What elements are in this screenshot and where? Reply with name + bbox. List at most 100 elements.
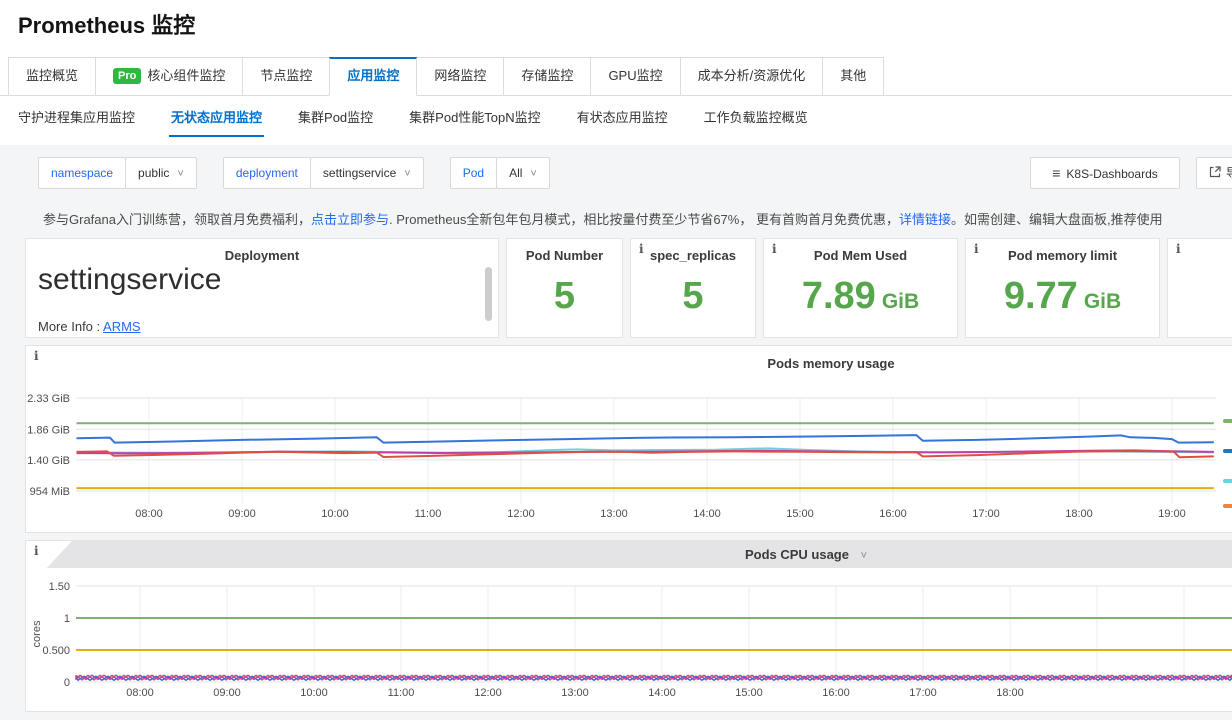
info-icon[interactable]: i <box>639 242 644 256</box>
filter-group-pod: PodAll˅ <box>450 157 550 189</box>
secondary-tab-3[interactable]: 集群Pod监控 <box>298 98 373 138</box>
legend-item-4[interactable] <box>1223 504 1232 508</box>
stat-panel-clipped: i <box>1167 238 1232 338</box>
primary-tab-1[interactable]: 监控概览 <box>8 57 96 96</box>
svg-text:14:00: 14:00 <box>648 687 676 699</box>
primary-tab-label: 核心组件监控 <box>147 68 225 83</box>
secondary-tab-1[interactable]: 守护进程集应用监控 <box>18 98 135 138</box>
panel-scrollbar[interactable] <box>485 267 492 321</box>
primary-tab-8[interactable]: 成本分析/资源优化 <box>680 57 824 96</box>
svg-text:10:00: 10:00 <box>300 687 328 699</box>
stat-panel-spec-replicas: ispec_replicas5 <box>630 238 756 338</box>
import-button[interactable]: 导入G <box>1196 157 1232 189</box>
stat-value: 9.77GiB <box>966 275 1159 318</box>
banner-link[interactable]: 详情链接 <box>899 212 951 227</box>
svg-text:09:00: 09:00 <box>213 687 241 699</box>
legend-item-2[interactable] <box>1223 449 1232 453</box>
filter-value: settingservice <box>323 166 396 180</box>
cpu-chart-title[interactable]: Pods CPU usage ˅ <box>706 547 906 562</box>
info-icon[interactable]: i <box>34 349 39 363</box>
svg-text:10:00: 10:00 <box>321 508 349 520</box>
primary-tab-9[interactable]: 其他 <box>822 57 884 96</box>
primary-tab-3[interactable]: 节点监控 <box>242 57 330 96</box>
page-title: Prometheus 监控 <box>18 8 195 40</box>
primary-tab-label: 监控概览 <box>26 68 78 83</box>
primary-tab-7[interactable]: GPU监控 <box>590 57 680 96</box>
filter-select-pod[interactable]: All˅ <box>496 157 550 189</box>
svg-text:cores: cores <box>31 620 43 647</box>
secondary-tabs: 守护进程集应用监控无状态应用监控集群Pod监控集群Pod性能TopN监控有状态应… <box>18 96 808 140</box>
filter-label-namespace: namespace <box>38 157 126 189</box>
filter-label-deployment: deployment <box>223 157 311 189</box>
cpu-chart[interactable]: 08:0009:0010:0011:0012:0013:0014:0015:00… <box>26 568 1232 712</box>
chevron-down-icon: ˅ <box>404 168 410 180</box>
banner-text: 。如需创建、编辑大盘面板,推荐使用 <box>951 212 1163 227</box>
filter-value: All <box>509 166 522 180</box>
cpu-chart-header <box>26 541 1232 568</box>
secondary-tab-2[interactable]: 无状态应用监控 <box>171 98 262 138</box>
stat-panel-title: Pod Mem Used <box>764 248 957 263</box>
filter-select-namespace[interactable]: public˅ <box>125 157 197 189</box>
svg-text:2.33 GiB: 2.33 GiB <box>27 393 70 405</box>
svg-text:15:00: 15:00 <box>786 508 814 520</box>
svg-text:0.500: 0.500 <box>42 645 70 657</box>
pro-badge: Pro <box>113 68 141 84</box>
svg-text:17:00: 17:00 <box>972 508 1000 520</box>
cpu-chart-title-label: Pods CPU usage <box>745 547 849 562</box>
svg-text:14:00: 14:00 <box>693 508 721 520</box>
stat-panel-title: Pod Number <box>507 248 622 263</box>
stat-panel-title: spec_replicas <box>631 248 755 263</box>
primary-tab-label: 应用监控 <box>347 68 399 83</box>
svg-text:08:00: 08:00 <box>126 687 154 699</box>
secondary-tab-4[interactable]: 集群Pod性能TopN监控 <box>409 98 540 138</box>
primary-tab-label: 网络监控 <box>434 68 486 83</box>
svg-text:1.50: 1.50 <box>49 581 70 593</box>
primary-tab-2[interactable]: Pro 核心组件监控 <box>95 57 243 96</box>
info-icon[interactable]: i <box>772 242 777 256</box>
svg-text:13:00: 13:00 <box>561 687 589 699</box>
arms-link[interactable]: ARMS <box>103 319 141 334</box>
stat-panel-deployment: DeploymentsettingserviceMore Info : ARMS <box>25 238 499 338</box>
chevron-down-icon: ˅ <box>177 168 183 180</box>
stat-number: 5 <box>554 275 575 317</box>
filter-group-deployment: deployment settingservice ˅ <box>223 157 424 189</box>
filter-label-pod: Pod <box>450 157 497 189</box>
svg-text:18:00: 18:00 <box>1065 508 1093 520</box>
stat-panel-title: Pod memory limit <box>966 248 1159 263</box>
stat-value: 5 <box>507 275 622 318</box>
secondary-tab-6[interactable]: 工作负载监控概览 <box>704 98 808 138</box>
legend-item-1[interactable] <box>1223 419 1232 423</box>
legend-item-3[interactable] <box>1223 479 1232 483</box>
svg-text:13:00: 13:00 <box>600 508 628 520</box>
info-icon[interactable]: i <box>34 544 39 558</box>
filter-select-deployment[interactable]: settingservice ˅ <box>310 157 424 189</box>
prometheus-monitoring-page: Prometheus 监控 监控概览 Pro 核心组件监控 节点监控 应用监控 网络监控 存… <box>0 0 1232 720</box>
cpu-chart-panel: i Pods CPU usage ˅ 08:0009:0010:0011:001… <box>25 540 1232 712</box>
promo-banner: 参与Grafana入门训练营，领取首月免费福利，点击立即参与. Promethe… <box>43 209 1232 228</box>
primary-tab-label: 成本分析/资源优化 <box>698 68 806 83</box>
memory-chart[interactable]: 08:0009:0010:0011:0012:0013:0014:0015:00… <box>26 346 1232 532</box>
k8s-dashboards-button[interactable]: ≡K8S-Dashboards <box>1030 157 1180 189</box>
info-icon[interactable]: i <box>1176 242 1181 256</box>
primary-tab-6[interactable]: 存储监控 <box>503 57 591 96</box>
stat-panel-pod-mem-used: iPod Mem Used 7.89GiB <box>763 238 958 338</box>
svg-text:1.86 GiB: 1.86 GiB <box>27 424 70 436</box>
primary-tab-4[interactable]: 应用监控 <box>329 57 417 96</box>
stat-number: 9.77 <box>1004 275 1078 317</box>
stat-panel-pod-number: Pod Number 5 <box>506 238 623 338</box>
banner-text: 参与Grafana入门训练营，领取首月免费福利， <box>43 212 311 227</box>
primary-tabs: 监控概览 Pro 核心组件监控 节点监控 应用监控 网络监控 存储监控GPU监控 成本分析/资… <box>8 57 884 96</box>
chevron-down-icon: ˅ <box>861 550 867 562</box>
secondary-tab-5[interactable]: 有状态应用监控 <box>577 98 668 138</box>
svg-text:16:00: 16:00 <box>822 687 850 699</box>
info-icon[interactable]: i <box>974 242 979 256</box>
svg-text:17:00: 17:00 <box>909 687 937 699</box>
series-pod-memory-blue <box>77 435 1214 443</box>
banner-link[interactable]: 点击立即参与 <box>311 212 389 227</box>
primary-tab-5[interactable]: 网络监控 <box>416 57 504 96</box>
stat-panel-title: Deployment <box>26 248 498 263</box>
more-info-label: More Info : <box>38 319 103 334</box>
memory-chart-title: Pods memory usage <box>731 356 931 371</box>
stat-value: 7.89GiB <box>764 275 957 318</box>
svg-text:11:00: 11:00 <box>415 508 442 520</box>
